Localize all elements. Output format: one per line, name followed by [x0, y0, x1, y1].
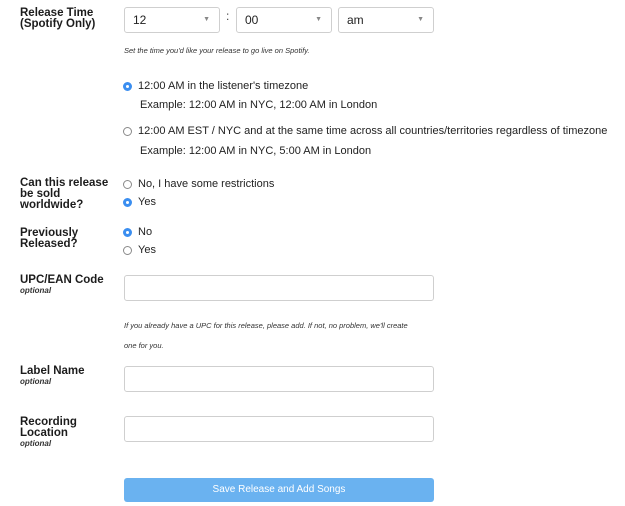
- upc-help: If you already have a UPC for this relea…: [124, 316, 408, 356]
- recording-location-label-line2: Location: [20, 427, 68, 439]
- ampm-select[interactable]: am ▼: [338, 7, 434, 33]
- release-time-example: Example: 12:00 AM in NYC, 5:00 AM in Lon…: [140, 145, 372, 157]
- radio-label: Yes: [138, 196, 156, 208]
- upc-input[interactable]: [124, 275, 434, 301]
- chevron-down-icon: ▼: [417, 16, 424, 23]
- upc-help-line2: one for you.: [124, 341, 164, 350]
- previously-released-label: Previously Released?: [20, 227, 78, 250]
- worldwide-label: Can this release be sold worldwide?: [20, 177, 108, 211]
- radio-label: Yes: [138, 244, 156, 256]
- radio-button[interactable]: [123, 245, 132, 255]
- recording-location-input[interactable]: [124, 416, 434, 442]
- upc-optional: optional: [20, 286, 52, 295]
- hour-value: 12: [133, 13, 147, 27]
- minute-value: 00: [245, 13, 259, 27]
- previously-released-option-no[interactable]: No: [123, 225, 152, 239]
- radio-button[interactable]: [123, 197, 132, 207]
- recording-location-label: Recording Location optional: [20, 416, 77, 449]
- radio-label: 12:00 AM in the listener's timezone: [138, 80, 309, 92]
- radio-button[interactable]: [123, 179, 132, 189]
- save-release-button[interactable]: Save Release and Add Songs: [124, 478, 434, 502]
- radio-button[interactable]: [123, 227, 132, 237]
- release-time-option-est[interactable]: 12:00 AM EST / NYC and at the same time …: [123, 124, 607, 138]
- time-colon: :: [226, 9, 230, 23]
- previously-released-option-yes[interactable]: Yes: [123, 243, 156, 257]
- ampm-value: am: [347, 13, 364, 27]
- previously-released-label-line2: Released?: [20, 238, 78, 250]
- label-name-optional: optional: [20, 377, 52, 386]
- recording-location-optional: optional: [20, 439, 52, 448]
- hour-select[interactable]: 12 ▼: [124, 7, 220, 33]
- radio-label: No: [138, 226, 153, 238]
- worldwide-label-line3: worldwide?: [20, 199, 84, 211]
- release-time-option-listener[interactable]: 12:00 AM in the listener's timezone: [123, 79, 308, 93]
- radio-label: 12:00 AM EST / NYC and at the same time …: [138, 125, 608, 137]
- chevron-down-icon: ▼: [315, 16, 322, 23]
- radio-button[interactable]: [123, 81, 132, 91]
- label-name-label-text: Label Name: [20, 365, 85, 377]
- radio-label: No, I have some restrictions: [138, 178, 275, 190]
- release-time-label-line2: (Spotify Only): [20, 18, 96, 30]
- release-time-label: Release Time (Spotify Only): [20, 7, 96, 30]
- radio-button[interactable]: [123, 126, 132, 136]
- worldwide-option-yes[interactable]: Yes: [123, 195, 156, 209]
- worldwide-option-no[interactable]: No, I have some restrictions: [123, 177, 274, 191]
- upc-label-text: UPC/EAN Code: [20, 274, 104, 286]
- chevron-down-icon: ▼: [203, 16, 210, 23]
- label-name-input[interactable]: [124, 366, 434, 392]
- release-time-example: Example: 12:00 AM in NYC, 12:00 AM in Lo…: [140, 99, 378, 111]
- release-time-help: Set the time you'd like your release to …: [124, 46, 310, 55]
- upc-help-line1: If you already have a UPC for this relea…: [124, 321, 408, 330]
- label-name-label: Label Name optional: [20, 365, 85, 387]
- minute-select[interactable]: 00 ▼: [236, 7, 332, 33]
- upc-label: UPC/EAN Code optional: [20, 274, 104, 296]
